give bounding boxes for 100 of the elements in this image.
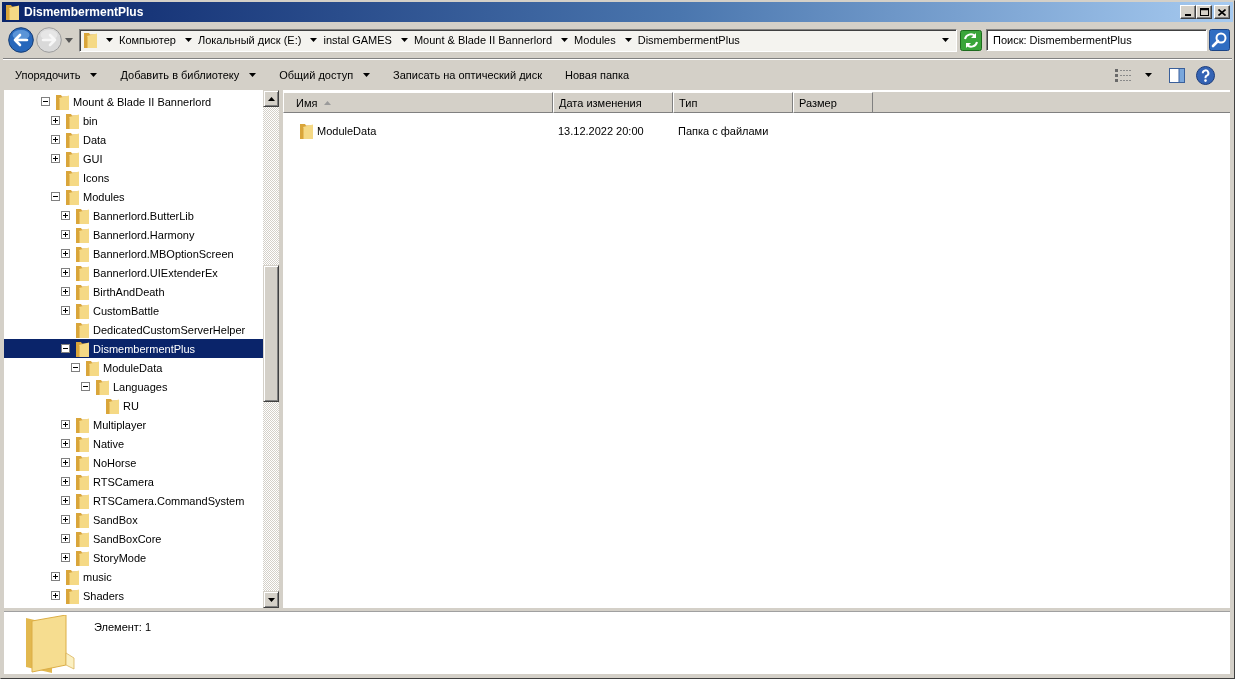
plus-box-icon[interactable]	[61, 439, 70, 448]
breadcrumb[interactable]: DismembermentPlus	[637, 34, 740, 46]
caret-icon[interactable]	[561, 38, 569, 42]
tree-item[interactable]: Native	[4, 434, 263, 453]
tree-item[interactable]: Languages	[4, 377, 263, 396]
tree-item[interactable]: Mount & Blade II Bannerlord	[4, 92, 263, 111]
plus-box-icon[interactable]	[61, 496, 70, 505]
breadcrumb[interactable]: Modules	[574, 34, 616, 46]
breadcrumb[interactable]: Mount & Blade II Bannerlord	[413, 34, 553, 46]
tree-item[interactable]: RU	[4, 396, 263, 415]
tree-item[interactable]: DismembermentPlus	[4, 339, 263, 358]
tree-item[interactable]: CustomBattle	[4, 301, 263, 320]
tree-item[interactable]: Data	[4, 130, 263, 149]
folder-icon	[75, 416, 90, 433]
folder-icon	[75, 511, 90, 528]
plus-box-icon[interactable]	[51, 116, 60, 125]
maximize-icon	[1199, 8, 1209, 16]
help-icon[interactable]	[1196, 65, 1215, 85]
plus-box-icon[interactable]	[61, 249, 70, 258]
plus-box-icon[interactable]	[51, 135, 60, 144]
toolbar-button[interactable]: Записать на оптический диск	[385, 64, 551, 86]
plus-box-icon[interactable]	[61, 306, 70, 315]
tree-item[interactable]: BirthAndDeath	[4, 282, 263, 301]
caret-icon[interactable]	[400, 38, 408, 42]
tree-item[interactable]: SandBox	[4, 510, 263, 529]
minimize-button[interactable]	[1180, 5, 1196, 19]
tree-item[interactable]: Bannerlord.MBOptionScreen	[4, 244, 263, 263]
tree-item[interactable]: RTSCamera.CommandSystem	[4, 491, 263, 510]
tree-item[interactable]: Bannerlord.UIExtenderEx	[4, 263, 263, 282]
folder-icon	[83, 32, 98, 48]
folder-icon	[55, 93, 70, 110]
plus-box-icon[interactable]	[61, 268, 70, 277]
tree-item[interactable]: Bannerlord.ButterLib	[4, 206, 263, 225]
search-field[interactable]: Поиск: DismembermentPlus	[986, 29, 1207, 51]
column-header[interactable]: Имя	[283, 92, 553, 113]
table-cell: Папка с файлами	[678, 124, 769, 137]
tree-item[interactable]: Shaders	[4, 586, 263, 605]
minus-box-icon[interactable]	[51, 192, 60, 201]
tree-item[interactable]: NoHorse	[4, 453, 263, 472]
tree-item[interactable]: StoryMode	[4, 548, 263, 567]
tree-item[interactable]: Bannerlord.Harmony	[4, 225, 263, 244]
column-header[interactable]: Дата изменения	[553, 92, 673, 113]
folder-icon	[299, 122, 314, 139]
circular-arrows-icon[interactable]	[960, 29, 982, 51]
plus-box-icon[interactable]	[61, 477, 70, 486]
plus-box-icon[interactable]	[61, 287, 70, 296]
breadcrumb[interactable]: Локальный диск (E:)	[197, 34, 302, 46]
toolbar-button[interactable]: Новая папка	[557, 64, 638, 86]
caret-icon[interactable]	[310, 38, 318, 42]
tree-item[interactable]: music	[4, 567, 263, 586]
tree-item[interactable]: bin	[4, 111, 263, 130]
close-button[interactable]	[1214, 5, 1230, 19]
file-item[interactable]: ModuleData	[283, 121, 553, 140]
plus-box-icon[interactable]	[61, 420, 70, 429]
plus-box-icon[interactable]	[61, 230, 70, 239]
plus-box-icon[interactable]	[61, 211, 70, 220]
tree-item[interactable]: RTSCamera	[4, 472, 263, 491]
breadcrumb[interactable]: Компьютер	[119, 34, 176, 46]
caret-icon[interactable]	[106, 38, 113, 42]
tree-item[interactable]: GUI	[4, 149, 263, 168]
tree-item[interactable]: DedicatedCustomServerHelper	[4, 320, 263, 339]
minus-box-icon[interactable]	[71, 363, 80, 372]
tree-item[interactable]: Icons	[4, 168, 263, 187]
tree-item[interactable]: Modules	[4, 187, 263, 206]
scrollbar-thumb[interactable]	[263, 265, 279, 402]
caret-icon[interactable]	[942, 38, 949, 42]
scroll-down-button[interactable]	[263, 591, 279, 608]
preview-pane-icon[interactable]	[1169, 67, 1185, 83]
plus-box-icon[interactable]	[61, 458, 70, 467]
breadcrumb[interactable]: instal GAMES	[323, 34, 392, 46]
plus-box-icon[interactable]	[51, 591, 60, 600]
folder-icon	[65, 150, 80, 167]
minus-box-icon[interactable]	[81, 382, 90, 391]
folder-icon	[65, 112, 80, 129]
plus-box-icon[interactable]	[51, 154, 60, 163]
caret-icon[interactable]	[624, 38, 632, 42]
toolbar-button[interactable]: Общий доступ	[271, 64, 379, 86]
tree-item[interactable]: ModuleData	[4, 358, 263, 377]
folder-icon	[65, 568, 80, 585]
minus-box-icon[interactable]	[61, 344, 70, 353]
list-icon[interactable]	[1115, 68, 1131, 82]
column-header[interactable]: Тип	[673, 92, 793, 113]
scrollbar[interactable]	[263, 90, 279, 608]
plus-box-icon[interactable]	[51, 572, 60, 581]
column-header[interactable]: Размер	[793, 92, 873, 113]
plus-box-icon[interactable]	[61, 553, 70, 562]
address-bar[interactable]: Компьютер Локальный диск (E:) instal GAMES Mount & Blade II Bannerlord Modules DismembermentPlus	[79, 28, 957, 52]
toolbar-button[interactable]: Добавить в библиотеку	[112, 64, 265, 86]
toolbar-button[interactable]: Упорядочить	[7, 64, 106, 86]
caret-icon[interactable]	[184, 38, 192, 42]
maximize-button[interactable]	[1196, 5, 1212, 19]
plus-box-icon[interactable]	[61, 515, 70, 524]
minus-box-icon[interactable]	[41, 97, 50, 106]
plus-box-icon[interactable]	[61, 534, 70, 543]
folder-icon	[5, 4, 20, 20]
caret-icon[interactable]	[1145, 73, 1152, 77]
search-icon[interactable]	[1209, 29, 1230, 51]
scroll-up-button[interactable]	[263, 90, 279, 107]
tree-item[interactable]: Multiplayer	[4, 415, 263, 434]
tree-item[interactable]: SandBoxCore	[4, 529, 263, 548]
